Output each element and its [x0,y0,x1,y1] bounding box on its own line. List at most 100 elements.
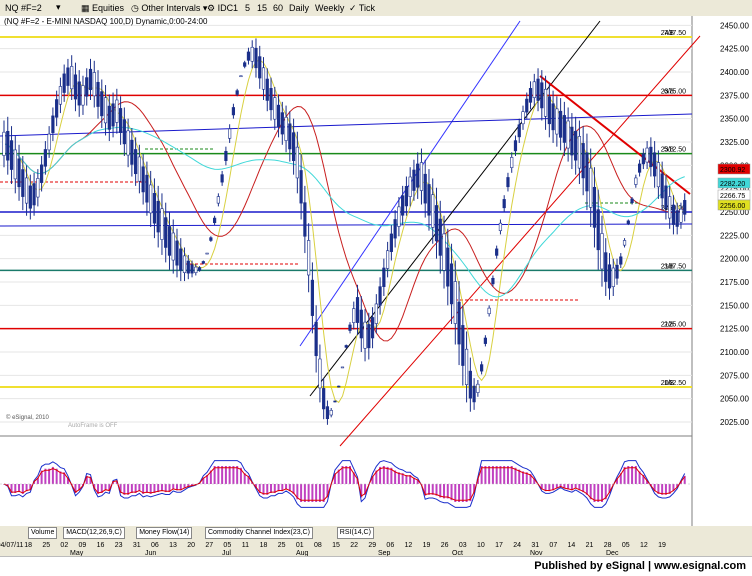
interval-1-button[interactable]: 1 [230,1,241,16]
candle-body [378,286,382,306]
candle-body [344,345,348,348]
candle-body [243,62,247,67]
candle-body [179,248,183,271]
tick-button[interactable]: ✓ Tick [346,1,378,16]
x-tick-label: 29 [368,542,376,549]
clock-icon: ◷ [131,3,139,13]
candle-body [310,279,314,316]
symbol-field[interactable]: NQ #F=2 [2,1,45,16]
candle-body [28,185,32,209]
macd-bar [450,484,453,501]
candle-body [355,297,360,323]
candle-body [333,400,337,403]
candle-body [9,140,14,170]
price-chart[interactable]: 7/82437.506/82375.005/82312.504/82250.00… [0,16,752,526]
candle-body [111,103,115,127]
candle-body [182,255,187,273]
date-axis-svg: 04/07/1118250209162331061320270511182501… [0,542,666,557]
interval-60-button[interactable]: 60 [270,1,286,16]
chevron-down-icon[interactable]: ▾ [56,1,61,14]
candle-body [596,209,600,251]
candle-body [322,388,326,410]
indicator-tab[interactable]: Volume [28,527,58,539]
candle-body [175,240,179,266]
candle-body [137,156,141,182]
candle-body [276,104,281,127]
macd-bar [503,466,506,484]
candle-body [250,46,254,62]
weekly-button[interactable]: Weekly [312,1,347,16]
candle-body [442,233,446,271]
equities-menu[interactable]: ▦ Equities [78,1,127,16]
candle-body [167,226,172,256]
candle-body [626,220,630,224]
x-tick-label: 31 [133,542,141,549]
candle-body [122,119,126,145]
candle-body [619,256,623,265]
candle-body [201,261,205,264]
copyright-watermark: © eSignal, 2010 [6,414,49,421]
candle-body [634,177,638,185]
other-intervals-menu[interactable]: ◷ Other Intervals ▾ [128,1,210,16]
candle-body [228,128,232,139]
x-tick-label: 07 [549,542,557,549]
candle-body [81,85,85,106]
candle-body [528,88,533,103]
candle-body [194,266,198,273]
candle-body [284,116,288,141]
indicator-tab[interactable]: Commodity Channel Index(23,C) [205,527,313,539]
tick-label: Tick [358,3,376,13]
candle-body [408,176,412,197]
candle-body [423,173,427,204]
y-tick-label: 2425.00 [720,45,749,54]
equities-label: Equities [92,3,125,13]
macd-bar [427,484,430,495]
candle-body [566,120,570,149]
candle-body [532,81,536,98]
x-tick-label: 23 [115,542,123,549]
candle-body [386,250,390,269]
y-tick-label: 2125.00 [720,325,749,334]
x-tick-label: 27 [205,542,213,549]
indicator-tab[interactable]: Money Flow(14) [136,527,193,539]
fib-value-label: 2437.50 [661,30,686,37]
x-tick-label: 15 [332,542,340,549]
x-tick-label: 25 [278,542,286,549]
candle-body [555,108,559,135]
candle-body [401,195,405,216]
candle-body [2,131,6,156]
macd-bar [386,466,389,484]
candle-body [239,75,243,78]
y-tick-label: 2050.00 [720,395,749,404]
indicator-tab[interactable]: MACD(12,26,9,C) [63,527,125,539]
y-tick-label: 2400.00 [720,68,749,77]
chart-area[interactable]: 7/82437.506/82375.005/82312.504/82250.00… [0,16,752,526]
x-tick-label: 11 [242,542,249,549]
x-tick-label: 06 [386,542,394,549]
candle-body [656,162,660,188]
candle-body [592,186,597,228]
indicator-tab[interactable]: RSI(14,C) [336,527,374,539]
interval-15-button[interactable]: 15 [254,1,270,16]
x-tick-label: 25 [42,542,50,549]
candle-body [205,252,209,255]
candle-body [209,237,213,241]
candle-body [291,132,296,161]
daily-button[interactable]: Daily [286,1,312,16]
interval-5-button[interactable]: 5 [242,1,253,16]
candle-body [585,152,589,192]
x-tick-label: 16 [97,542,105,549]
macd-bar [491,466,494,484]
gear-icon: ⚙ [207,3,216,13]
macd-bar [443,484,446,499]
candle-body [431,194,435,228]
candle-body [152,193,157,224]
candle-body [480,364,484,372]
candle-body [517,124,521,138]
candle-body [525,98,529,113]
candle-body [231,107,236,116]
candle-body [389,233,393,252]
x-tick-label: 18 [260,542,268,549]
macd-bar [236,466,239,484]
x-tick-label: 03 [459,542,467,549]
